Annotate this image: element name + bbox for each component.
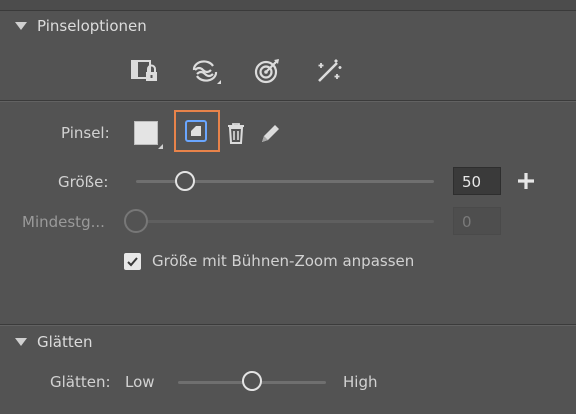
smoothing-slider-thumb[interactable]: [242, 371, 262, 391]
section-divider-highlight: [0, 101, 576, 102]
checkmark-icon: [127, 257, 138, 267]
smoothing-low-label: Low: [125, 373, 155, 391]
new-brush-icon: [185, 120, 207, 142]
target-brush-icon[interactable]: [251, 55, 285, 87]
collapse-triangle-icon[interactable]: [15, 338, 27, 346]
section-divider-highlight: [0, 325, 576, 326]
brush-lock-icon[interactable]: [128, 55, 162, 87]
smoothing-label: Glätten:: [50, 373, 111, 391]
min-size-slider-track: [136, 220, 434, 223]
swatch-dropdown-corner: [158, 144, 163, 149]
brush-options-header[interactable]: Pinseloptionen: [0, 11, 576, 41]
smoothing-high-label: High: [343, 373, 378, 391]
size-input[interactable]: 50: [453, 167, 501, 195]
panel-top-edge: [0, 0, 576, 11]
smoothing-title: Glätten: [37, 333, 93, 351]
zoom-checkbox-label[interactable]: Größe mit Bühnen-Zoom anpassen: [152, 252, 414, 270]
collapse-triangle-icon[interactable]: [15, 22, 27, 30]
size-label: Größe:: [58, 173, 109, 191]
min-size-slider-thumb: [124, 209, 148, 233]
size-slider-thumb[interactable]: [175, 171, 195, 191]
brush-mode-icon[interactable]: [189, 55, 223, 87]
brush-swatch-icon[interactable]: [134, 121, 158, 145]
pencil-icon[interactable]: [253, 117, 287, 149]
magic-wand-icon[interactable]: [312, 55, 346, 87]
new-brush-button[interactable]: [174, 110, 220, 152]
smoothing-header[interactable]: Glätten: [0, 327, 576, 357]
plus-icon[interactable]: [509, 165, 543, 197]
brush-options-title: Pinseloptionen: [37, 17, 147, 35]
min-size-input: 0: [453, 207, 501, 235]
zoom-checkbox[interactable]: [124, 253, 141, 270]
min-size-label: Mindestg...: [22, 213, 105, 231]
brush-label: Pinsel:: [61, 124, 110, 142]
trash-icon[interactable]: [219, 117, 253, 149]
